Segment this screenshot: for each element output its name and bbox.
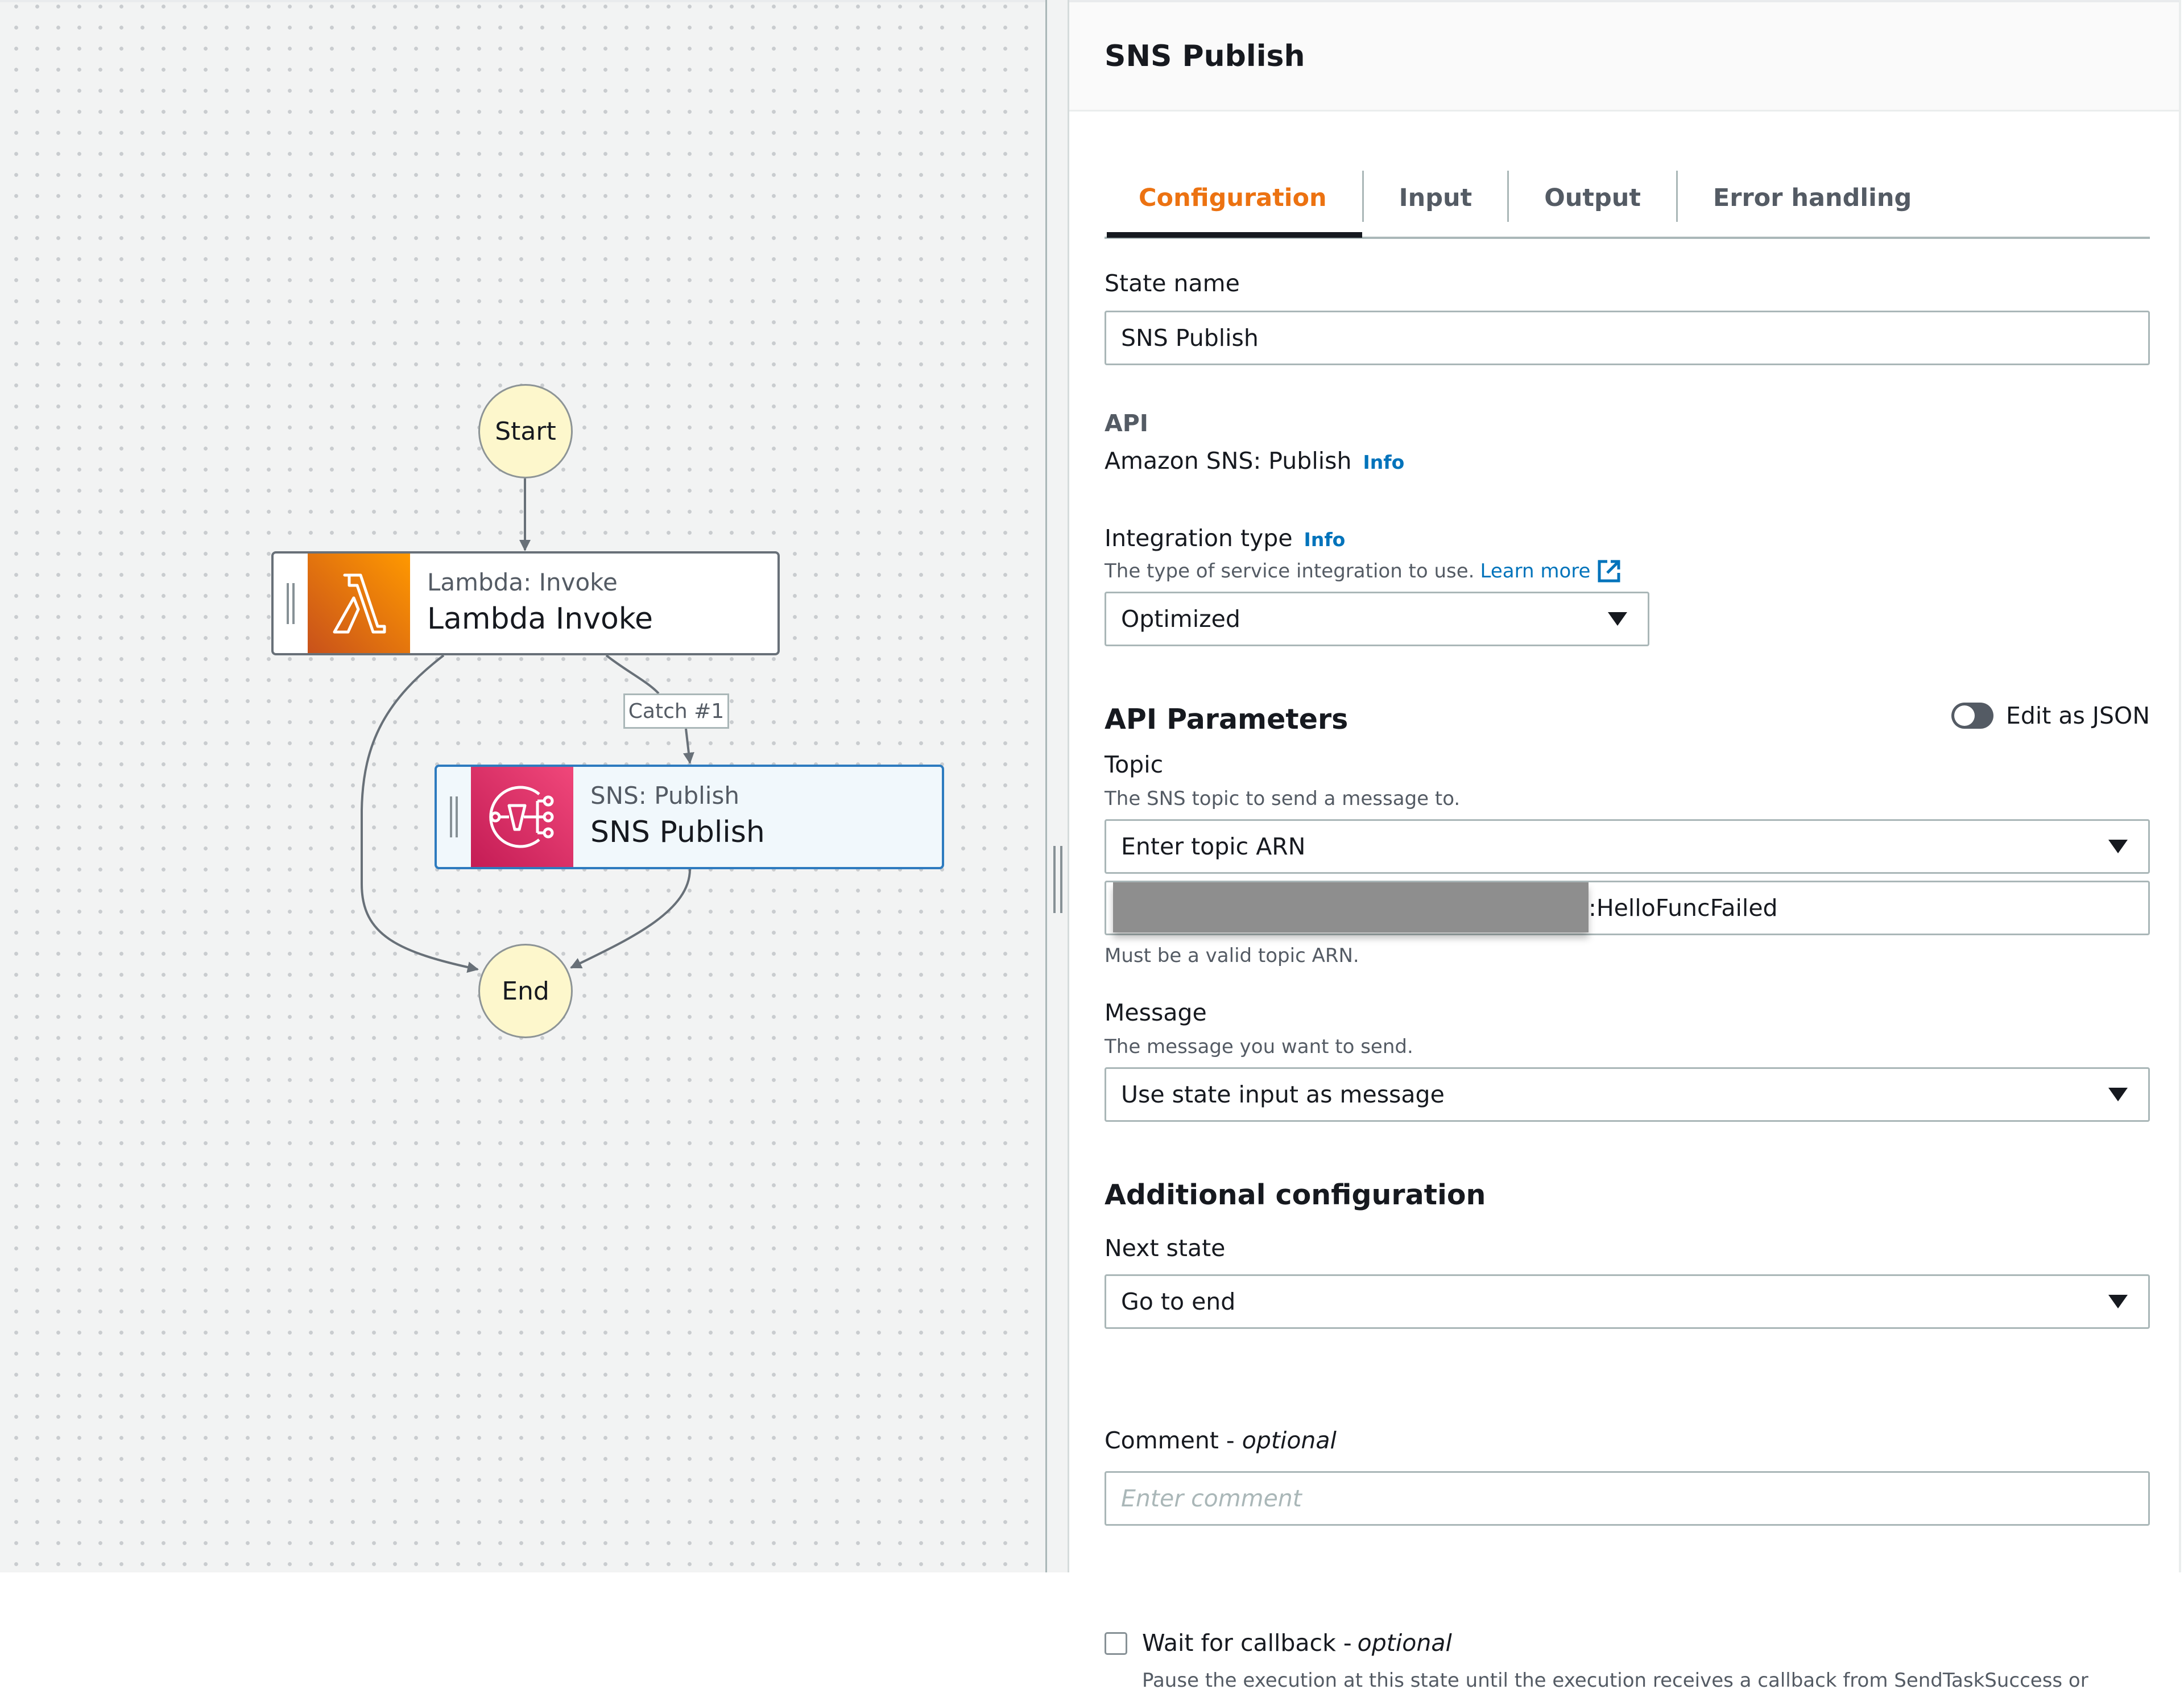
integration-type-label: Integration type [1105,525,1293,552]
message-select[interactable]: Use state input as message [1105,1067,2150,1122]
edge-catch-to-sns [682,728,694,764]
inspector-panel: SNS Publish Configuration Input Output E… [1069,0,2181,1692]
state-name-value: SNS Publish [1121,324,1259,352]
wait-for-callback-optional: optional [1357,1629,1452,1657]
message-value: Use state input as message [1121,1081,1445,1108]
node-type-label: Lambda: Invoke [427,568,618,596]
end-label: End [502,976,549,1006]
learn-more-link[interactable]: Learn more [1480,559,1590,584]
integration-type-description: The type of service integration to use. [1105,560,1475,583]
catch-label[interactable]: Catch #1 [623,693,729,729]
wait-for-callback-row: Wait for callback - optional [1105,1629,1452,1657]
api-parameters-heading: API Parameters [1105,703,1349,736]
message-label: Message [1105,999,1207,1026]
message-description: The message you want to send. [1105,1035,1413,1058]
wait-for-callback-label: Wait for callback - [1142,1629,1352,1657]
comment-label: Comment - [1105,1427,1242,1454]
topic-mode-select[interactable]: Enter topic ARN [1105,819,2150,874]
comment-placeholder: Enter comment [1121,1485,1302,1512]
end-node[interactable]: End [478,944,573,1038]
panel-resize-divider[interactable] [1045,0,1069,1572]
lambda-invoke-node[interactable]: Lambda: Invoke Lambda Invoke [271,551,780,655]
integration-type-description-row: The type of service integration to use. … [1105,559,1621,584]
toggle-switch-icon[interactable] [1951,703,1993,729]
next-state-label: Next state [1105,1234,1226,1262]
state-name-label: State name [1105,270,1240,297]
api-label: API [1105,410,1149,437]
resize-grip-icon[interactable] [1053,846,1062,913]
sns-publish-node[interactable]: SNS: Publish SNS Publish [435,765,944,869]
topic-arn-input[interactable]: :HelloFuncFailed [1105,881,2150,935]
tab-input[interactable]: Input [1364,162,1508,234]
topic-label: Topic [1105,751,1164,778]
tab-output[interactable]: Output [1509,162,1676,234]
integration-type-select[interactable]: Optimized [1105,592,1649,646]
caret-down-icon [2108,1295,2128,1308]
tab-error-handling[interactable]: Error handling [1678,162,1947,234]
wait-for-callback-checkbox[interactable] [1105,1632,1127,1655]
comment-input[interactable]: Enter comment [1105,1471,2150,1526]
panel-title: SNS Publish [1105,39,1305,73]
api-info-link[interactable]: Info [1363,451,1404,474]
sns-icon [471,767,573,867]
comment-label-row: Comment - optional [1105,1427,1337,1455]
tab-bar: Configuration Input Output Error handlin… [1105,162,2150,239]
integration-type-info-link[interactable]: Info [1304,528,1346,551]
api-value: Amazon SNS: Publish [1105,447,1352,474]
caret-down-icon [2108,1088,2128,1101]
panel-header: SNS Publish [1069,0,2179,112]
comment-optional: optional [1242,1427,1337,1454]
state-name-input[interactable]: SNS Publish [1105,311,2150,365]
topic-mode-value: Enter topic ARN [1121,833,1306,860]
lambda-icon [308,554,410,653]
caret-down-icon [2108,840,2128,853]
topic-description: The SNS topic to send a message to. [1105,787,1461,810]
drag-handle-icon[interactable] [274,554,308,653]
api-value-row: Amazon SNS: Publish Info [1105,447,1404,475]
node-name-label: Lambda Invoke [427,601,653,636]
edge-sns-to-end [570,869,691,969]
tab-configuration[interactable]: Configuration [1105,162,1362,238]
edit-as-json-label: Edit as JSON [2005,702,2150,729]
integration-type-label-row: Integration type Info [1105,525,1345,552]
node-type-label: SNS: Publish [590,782,739,810]
external-link-icon[interactable] [1597,559,1621,583]
caret-down-icon [1608,612,1627,626]
redacted-region [1113,882,1589,932]
topic-arn-hint: Must be a valid topic ARN. [1105,944,1359,967]
edge-lambda-to-catch [605,654,660,695]
next-state-value: Go to end [1121,1288,1236,1315]
topic-arn-value: :HelloFuncFailed [1589,894,1778,922]
next-state-select[interactable]: Go to end [1105,1274,2150,1329]
integration-type-value: Optimized [1121,605,1240,633]
edit-as-json-toggle[interactable]: Edit as JSON [1951,702,2150,729]
wait-for-callback-description: Pause the execution at this state until … [1142,1669,2088,1692]
drag-handle-icon[interactable] [437,767,471,867]
workflow-canvas[interactable]: Start Lambda: Invoke Lambda Invoke Catch… [0,0,1045,1572]
node-name-label: SNS Publish [590,815,765,850]
start-node[interactable]: Start [478,384,573,478]
start-label: Start [495,416,556,446]
additional-configuration-heading: Additional configuration [1105,1179,1486,1211]
